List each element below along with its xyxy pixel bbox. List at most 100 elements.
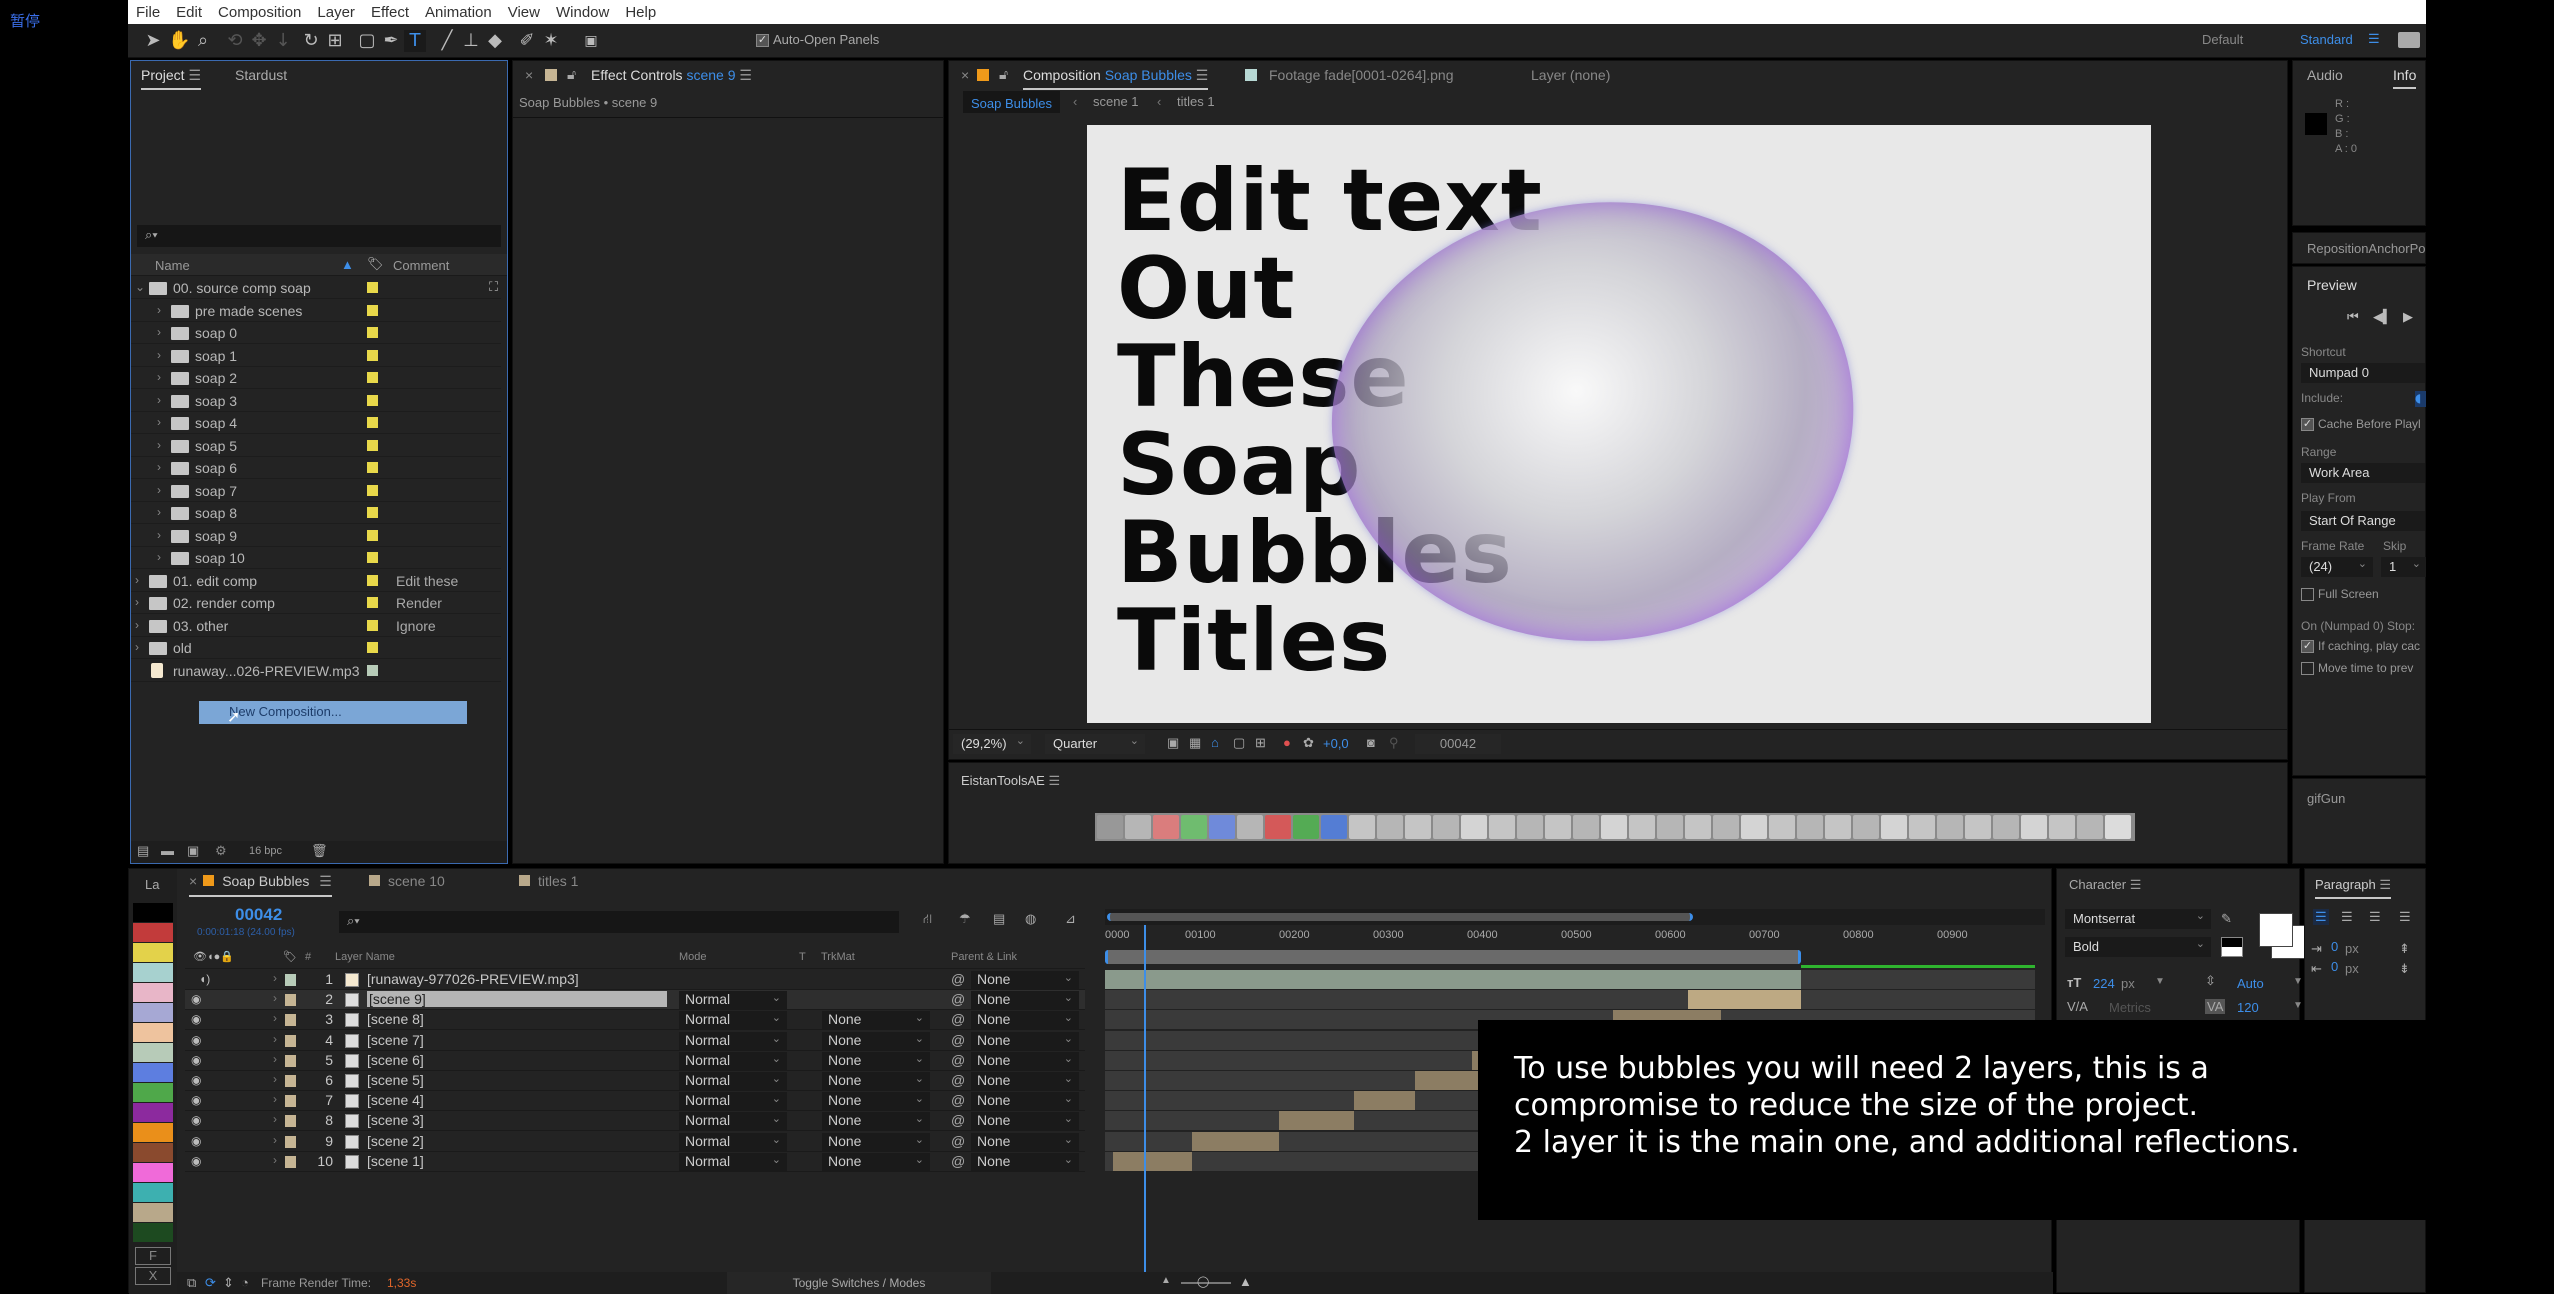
zoom-out-icon[interactable]: ▲ (1161, 1275, 1171, 1286)
label-color[interactable] (367, 597, 378, 608)
track-matte-dropdown[interactable]: None ⌄ (822, 1011, 930, 1030)
track-matte-dropdown[interactable]: None ⌄ (822, 1132, 930, 1151)
orbit-tool-icon[interactable]: ⟲ (224, 30, 246, 52)
cache-before-playback-checkbox[interactable]: ✓ Cache Before Playl (2301, 417, 2421, 432)
layer-row[interactable]: ◉ › 9 [scene 2] Normal ⌄ None ⌄ @ None ⌄ (185, 1132, 1085, 1152)
label-color[interactable] (367, 529, 378, 541)
chevron-right-icon[interactable]: › (157, 505, 161, 519)
chevron-right-icon[interactable]: › (157, 528, 161, 542)
new-composition-icon[interactable]: ▣ (187, 843, 199, 859)
pen-tool-icon[interactable]: ✒ (380, 30, 402, 52)
eistan-tool-button-icon[interactable] (1097, 815, 1123, 839)
layer-label-color[interactable] (285, 1115, 296, 1128)
pick-whip-icon[interactable]: @ (951, 991, 965, 1007)
timeline-tab[interactable]: × Soap Bubbles ☰ (189, 873, 332, 897)
project-search-input[interactable]: ⌕▾ (137, 225, 501, 247)
time-ruler[interactable]: 0000 00100 00200 00300 00400 00500 00600 00700 0… (1105, 925, 2045, 949)
frame-rate-dropdown[interactable]: (24) ⌄ (2301, 557, 2373, 577)
breadcrumb-soap-bubbles[interactable]: Soap Bubbles (963, 91, 1060, 113)
eistan-tool-button-icon[interactable] (1517, 815, 1543, 839)
layer-duration-bar[interactable] (1354, 1091, 1416, 1111)
panel-menu-icon[interactable]: ☰ (1048, 773, 1060, 788)
rotation-tool-icon[interactable]: ↻ (300, 30, 322, 52)
blend-mode-dropdown[interactable]: Normal ⌄ (679, 1112, 787, 1131)
label-tag-icon[interactable]: 🏷 (367, 256, 384, 272)
playhead[interactable] (1144, 925, 1147, 1277)
new-folder-icon[interactable]: ▬ (161, 843, 174, 858)
label-color[interactable] (367, 552, 378, 563)
resolution-dropdown[interactable]: Quarter ⌄ (1045, 734, 1145, 754)
eistan-tool-button-icon[interactable] (1853, 815, 1879, 839)
tab-footage[interactable]: Footage fade[0001-0264].png (1269, 67, 1454, 83)
region-of-interest-icon[interactable]: ▢ (1233, 735, 1245, 751)
render-time-icon[interactable]: ◔ (241, 1275, 249, 1290)
pick-whip-icon[interactable]: @ (951, 1112, 965, 1128)
layer-label-color[interactable] (285, 1095, 296, 1108)
label-color-swatch[interactable] (133, 1123, 173, 1142)
menu-help[interactable]: Help (617, 4, 664, 21)
auto-open-panels-checkbox[interactable]: ✓ Auto-Open Panels (756, 32, 879, 48)
indent-left-value[interactable]: 0 (2331, 939, 2338, 954)
label-color[interactable] (367, 439, 378, 451)
project-item[interactable]: › soap 8 (131, 502, 501, 524)
chevron-right-icon[interactable]: › (273, 1153, 277, 1167)
track-matte-dropdown[interactable]: None ⌄ (822, 1072, 930, 1090)
close-tab-icon[interactable]: × (525, 67, 533, 83)
track-matte-dropdown[interactable]: None ⌄ (822, 1051, 930, 1070)
first-frame-icon[interactable]: ⏮ (2347, 309, 2359, 325)
layer-switches-icon[interactable]: ⧉ (187, 1275, 196, 1291)
dropdown-arrow-icon[interactable]: ▼ (2155, 976, 2165, 987)
graph-editor-icon[interactable]: ⊿ (1065, 911, 1076, 927)
menu-composition[interactable]: Composition (210, 4, 309, 21)
label-color-swatch[interactable] (133, 963, 173, 982)
snapping-icon[interactable]: ▣ (580, 30, 602, 52)
trash-icon[interactable]: 🗑 (311, 843, 328, 859)
label-color-swatch[interactable] (133, 1063, 173, 1082)
range-dropdown[interactable]: Work Area (2301, 463, 2425, 483)
eistan-tool-button-icon[interactable] (1825, 815, 1851, 839)
eistan-tool-button-icon[interactable] (1685, 815, 1711, 839)
align-left-icon[interactable]: ☰ (2313, 909, 2329, 925)
work-area-range[interactable] (1105, 950, 1801, 964)
parent-dropdown[interactable]: None ⌄ (971, 1132, 1079, 1151)
work-area-bar[interactable] (1105, 949, 2045, 968)
current-frame-field[interactable]: 00042 (1415, 734, 1501, 754)
label-color[interactable] (367, 619, 378, 631)
project-item[interactable]: › 01. edit comp Edit these (131, 570, 501, 592)
layer-label-color[interactable] (285, 1014, 296, 1027)
parent-dropdown[interactable]: None ⌄ (971, 1152, 1079, 1171)
label-f-button[interactable]: F (135, 1247, 171, 1265)
panel-menu-icon[interactable]: ☰ (739, 67, 752, 83)
label-color-swatch[interactable] (133, 1183, 173, 1202)
eraser-tool-icon[interactable]: ◆ (484, 30, 506, 52)
chevron-right-icon[interactable]: › (273, 1052, 277, 1066)
chevron-right-icon[interactable]: › (157, 325, 161, 339)
eistan-tool-button-icon[interactable] (1237, 815, 1263, 839)
pick-whip-icon[interactable]: @ (951, 1092, 965, 1108)
chevron-right-icon[interactable]: › (273, 1011, 277, 1025)
layer-row[interactable]: ◖) › 1 [runaway-977026-PREVIEW.mp3] @ None ⌄ (185, 970, 1085, 990)
layer-row[interactable]: ◉ › 3 [scene 8] Normal ⌄ None ⌄ @ None ⌄ (185, 1010, 1085, 1031)
eyedropper-icon[interactable]: ✎ (2221, 911, 2232, 927)
eistan-tool-button-icon[interactable] (1461, 815, 1487, 839)
font-family-dropdown[interactable]: Montserrat ⌄ (2065, 909, 2211, 929)
layer-name[interactable]: [scene 4] (367, 1092, 424, 1108)
visibility-eye-icon[interactable]: ◉ (191, 992, 201, 1006)
chevron-right-icon[interactable]: › (135, 595, 139, 609)
label-color-swatch[interactable] (133, 943, 173, 962)
layer-name[interactable]: [scene 9] (367, 991, 667, 1008)
label-color[interactable] (367, 327, 378, 338)
visibility-eye-icon[interactable]: ◉ (191, 1134, 201, 1148)
lock-icon[interactable]: 🔓︎ (999, 66, 1008, 83)
transparency-grid-icon[interactable]: ▦ (1189, 735, 1201, 751)
close-tab-icon[interactable]: × (961, 67, 969, 83)
project-item[interactable]: › soap 3 (131, 390, 501, 412)
menu-animation[interactable]: Animation (417, 4, 500, 21)
zoom-slider-handle[interactable]: ◯ (1197, 1275, 1209, 1288)
pick-whip-icon[interactable]: @ (951, 1032, 965, 1048)
label-color[interactable] (367, 574, 378, 586)
label-color-swatch[interactable] (133, 1223, 173, 1242)
comp-flowchart-icon[interactable]: ⛙ (923, 911, 932, 929)
label-color[interactable] (367, 642, 378, 653)
project-item[interactable]: › soap 4 (131, 412, 501, 434)
